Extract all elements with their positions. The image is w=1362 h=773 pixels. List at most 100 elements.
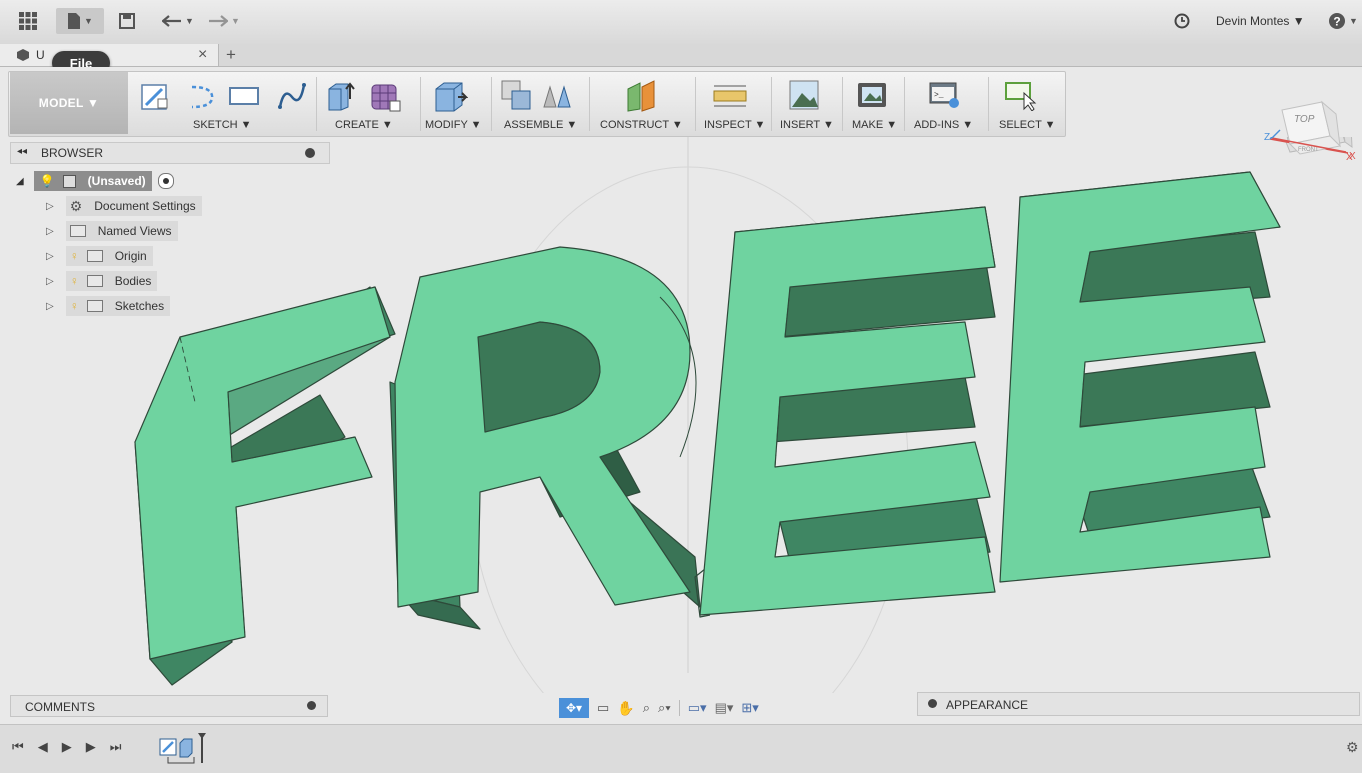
viewcube-top-text: TOP: [1294, 114, 1315, 125]
construct-menu[interactable]: CONSTRUCT ▼: [600, 119, 683, 131]
navigation-bar: ✥▾ ▭ ✋ ⌕ ⌕▾ ▭▾ ▤▾ ⊞▾: [559, 697, 821, 719]
viewports-icon[interactable]: ⊞▾: [741, 700, 758, 716]
pan-hand-icon[interactable]: ✋: [617, 700, 634, 717]
browser-title: BROWSER: [41, 146, 104, 160]
svg-text:?: ?: [1333, 15, 1340, 29]
lightbulb-icon[interactable]: ♀: [70, 299, 79, 313]
display-settings-icon[interactable]: ▭▾: [688, 700, 707, 716]
insert-menu[interactable]: INSERT ▼: [780, 119, 834, 131]
timeline-settings-gear-icon[interactable]: ⚙: [1346, 739, 1359, 756]
sketch-menu[interactable]: SKETCH ▼: [193, 119, 252, 131]
undo-button[interactable]: ▼: [158, 8, 198, 34]
create-sketch-icon[interactable]: [140, 81, 170, 111]
go-to-end-icon[interactable]: ⏭: [110, 739, 122, 755]
letter-r-body[interactable]: [389, 246, 701, 630]
add-comment-icon[interactable]: [307, 701, 316, 710]
expand-arrow-icon[interactable]: ▷: [46, 276, 54, 287]
3d-print-icon[interactable]: [856, 79, 890, 111]
lightbulb-icon[interactable]: ♀: [70, 274, 79, 288]
offset-plane-icon[interactable]: [624, 79, 658, 113]
canvas-viewport[interactable]: TOP FRONT X Z: [0, 137, 1362, 693]
expand-arrow-icon[interactable]: ▷: [46, 226, 54, 237]
file-menu-button[interactable]: ▼: [56, 8, 104, 34]
appearance-icon: [928, 699, 937, 708]
tree-chip: ⚙ Document Settings: [65, 196, 202, 216]
expand-arrow-icon[interactable]: ▷: [46, 301, 54, 312]
press-pull-icon[interactable]: [432, 79, 468, 113]
letter-e1-body[interactable]: [694, 206, 996, 618]
modify-menu[interactable]: MODIFY ▼: [425, 119, 482, 131]
extrude-icon[interactable]: [326, 81, 356, 111]
top-bar: ▼ ▼ ▼ Devin Montes ▼ ? ▼: [0, 0, 1362, 45]
file-icon: [68, 13, 81, 29]
extrude-feature-icon: [179, 738, 193, 758]
tree-item-label: Bodies: [114, 274, 152, 288]
arc-icon[interactable]: [186, 83, 218, 109]
viewcube-widget[interactable]: TOP FRONT X Z: [1260, 96, 1360, 166]
new-component-icon[interactable]: [500, 79, 534, 113]
comments-label: COMMENTS: [25, 700, 95, 714]
grid-icon[interactable]: [14, 8, 42, 34]
make-menu[interactable]: MAKE ▼: [852, 119, 897, 131]
create-menu[interactable]: CREATE ▼: [335, 119, 393, 131]
zoom-icon[interactable]: ⌕: [643, 700, 650, 716]
play-icon[interactable]: ▶: [62, 739, 72, 755]
user-menu[interactable]: Devin Montes ▼: [1216, 14, 1305, 28]
inspect-menu[interactable]: INSPECT ▼: [704, 119, 765, 131]
assemble-menu[interactable]: ASSEMBLE ▼: [504, 119, 577, 131]
separator: [988, 77, 989, 131]
pin-icon[interactable]: [305, 148, 315, 158]
activate-radio-icon[interactable]: [157, 173, 174, 189]
clock-icon[interactable]: [1170, 8, 1194, 34]
expand-arrow-icon[interactable]: ▷: [46, 201, 54, 212]
expand-triangle-icon[interactable]: ◢: [16, 176, 24, 187]
lightbulb-icon[interactable]: ♀: [70, 249, 79, 263]
timeline-features[interactable]: [158, 733, 216, 767]
select-menu[interactable]: SELECT ▼: [999, 119, 1056, 131]
svg-text:>_: >_: [934, 91, 944, 100]
letter-f-body[interactable]: [134, 286, 396, 686]
lightbulb-icon[interactable]: 💡: [40, 174, 55, 188]
step-back-icon[interactable]: ◀: [38, 739, 48, 755]
expand-arrow-icon[interactable]: ▷: [46, 251, 54, 262]
grid-settings-icon[interactable]: ▤▾: [715, 700, 734, 716]
separator: [771, 77, 772, 131]
scripts-icon[interactable]: >_: [928, 79, 962, 111]
joint-icon[interactable]: [540, 79, 574, 113]
go-to-start-icon[interactable]: ⏮: [12, 739, 24, 755]
tree-item-origin[interactable]: ▷ ♀ Origin: [46, 246, 153, 266]
insert-image-icon[interactable]: [788, 79, 822, 111]
folder-icon: [69, 225, 86, 237]
close-tab-button[interactable]: ×: [198, 44, 207, 66]
tree-item-bodies[interactable]: ▷ ♀ Bodies: [46, 271, 158, 291]
box-pattern-icon[interactable]: [368, 81, 402, 113]
save-icon[interactable]: [116, 8, 138, 34]
help-button[interactable]: ? ▼: [1326, 8, 1360, 34]
tree-item-sketches[interactable]: ▷ ♀ Sketches: [46, 296, 171, 316]
timeline-controls: ⏮ ◀ ▶ ▶ ⏭: [12, 739, 121, 755]
letter-e2-body[interactable]: [999, 171, 1281, 583]
tree-root[interactable]: ◢ 💡 (Unsaved): [16, 171, 174, 191]
step-forward-icon[interactable]: ▶: [86, 739, 96, 755]
spline-icon[interactable]: [276, 81, 308, 111]
browser-panel-header[interactable]: ◂◂ BROWSER: [10, 142, 330, 164]
separator: [695, 77, 696, 131]
collapse-icon[interactable]: ◂◂: [17, 146, 27, 157]
rectangle-icon[interactable]: [228, 85, 262, 107]
zoom-window-icon[interactable]: ⌕▾: [658, 700, 671, 716]
redo-button[interactable]: ▼: [204, 8, 244, 34]
comments-panel[interactable]: COMMENTS: [10, 695, 328, 717]
orbit-icon[interactable]: ✥▾: [559, 698, 589, 718]
tree-item-document-settings[interactable]: ▷ ⚙ Document Settings: [46, 196, 202, 216]
help-icon: ?: [1329, 13, 1346, 29]
select-icon[interactable]: [1004, 79, 1038, 111]
folder-icon: [86, 275, 103, 287]
addins-menu[interactable]: ADD-INS ▼: [914, 119, 973, 131]
tree-item-named-views[interactable]: ▷ Named Views: [46, 221, 178, 241]
look-at-icon[interactable]: ▭: [597, 700, 609, 716]
appearance-panel[interactable]: APPEARANCE: [917, 692, 1360, 716]
measure-icon[interactable]: [712, 81, 748, 111]
workspace-switcher[interactable]: MODEL ▼: [10, 72, 128, 134]
new-tab-button[interactable]: +: [226, 44, 236, 66]
separator: [316, 77, 317, 131]
